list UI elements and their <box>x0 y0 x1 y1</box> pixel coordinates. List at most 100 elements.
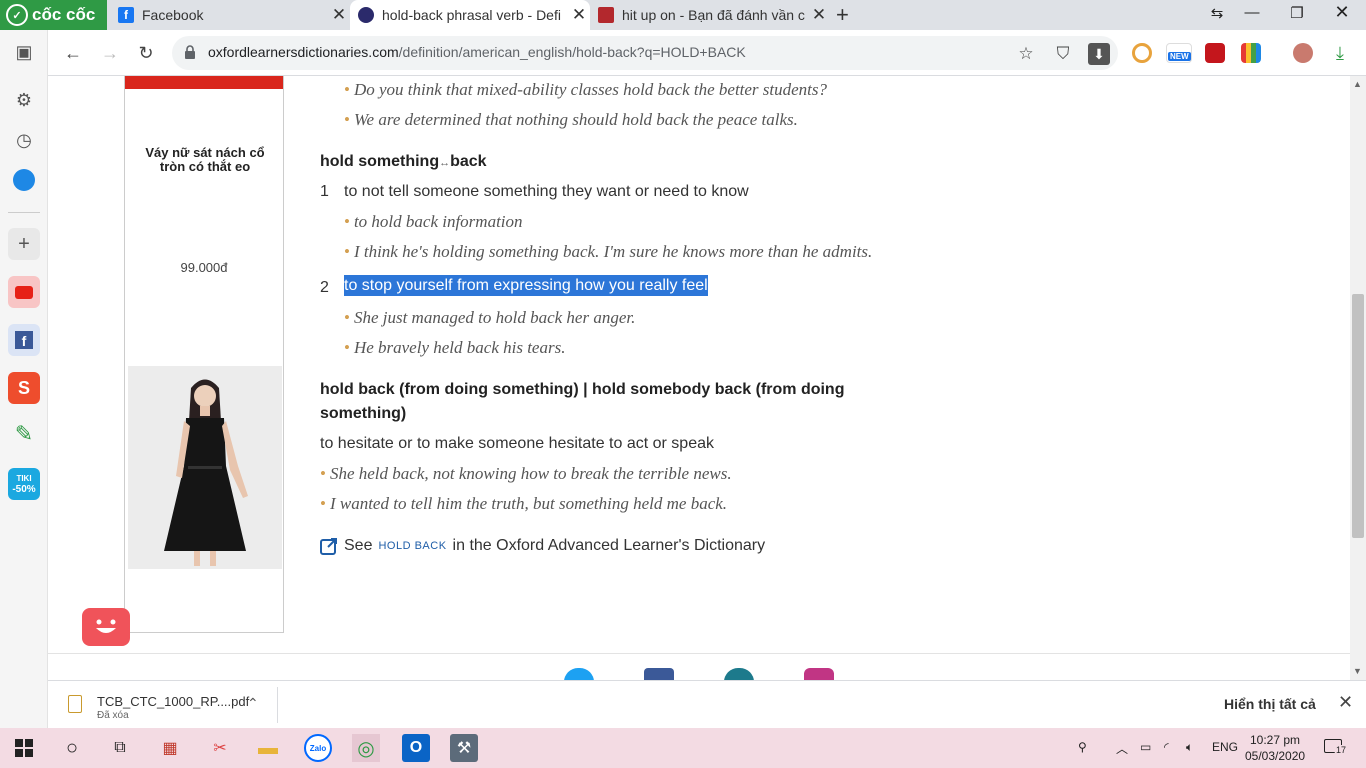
new-badge: NEW <box>1168 52 1191 61</box>
download-divider <box>277 687 278 723</box>
zalo-label: Zalo <box>309 743 327 753</box>
minimize-button[interactable]: — <box>1232 4 1272 21</box>
volume-icon[interactable]: 🔈︎ <box>1186 740 1193 755</box>
file-explorer-icon[interactable]: ▬ <box>254 734 282 762</box>
brand-name: cốc cốc <box>32 5 96 24</box>
scroll-up-arrow[interactable]: ▲ <box>1353 79 1362 89</box>
wifi-icon[interactable]: ◜ <box>1164 740 1169 754</box>
example-sentence: • I think he's holding something back. I'… <box>344 242 873 261</box>
coccoc-logo-icon: ✓ <box>6 4 28 26</box>
cambridge-icon <box>598 7 614 23</box>
zalo-icon[interactable]: Zalo <box>304 734 332 762</box>
sense-definition: to stop yourself from expressing how you… <box>344 275 708 296</box>
ad-product-image[interactable] <box>128 366 282 569</box>
twitter-icon[interactable] <box>564 668 594 680</box>
coccoc-taskbar-icon[interactable]: ◎ <box>352 734 380 762</box>
reload-button[interactable]: ↻ <box>133 40 159 66</box>
new-tab-button[interactable]: + <box>836 2 849 28</box>
lock-icon <box>185 45 195 59</box>
footer-divider <box>48 653 1350 654</box>
show-hidden-icons-chevron[interactable]: ︿ <box>1116 740 1128 757</box>
sidebar-divider <box>8 212 40 213</box>
outlook-icon[interactable]: O <box>402 734 430 762</box>
facebook-icon: f <box>118 7 134 23</box>
example-text: She held back, not knowing how to break … <box>329 464 732 483</box>
messenger-icon[interactable] <box>8 164 40 196</box>
coccoc-ext-icon[interactable] <box>1132 43 1152 63</box>
close-tab-icon[interactable]: ✕ <box>328 5 350 25</box>
phrasal-verb-heading: hold something↔back <box>320 153 487 171</box>
show-all-downloads-button[interactable]: Hiển thị tất cả <box>1224 696 1316 712</box>
back-button[interactable]: ← <box>60 40 86 66</box>
clock[interactable]: 10:27 pm 05/03/2020 <box>1245 732 1305 764</box>
example-sentence: • He bravely held back his tears. <box>344 338 566 357</box>
tab-oxford[interactable]: hold-back phrasal verb - Defi ✕ <box>350 0 590 30</box>
vertical-scrollbar[interactable]: ▲ ▼ <box>1350 76 1366 680</box>
example-sentence: • I wanted to tell him the truth, but som… <box>320 494 728 513</box>
add-sidebar-app-icon[interactable]: + <box>8 228 40 260</box>
scrollbar-thumb[interactable] <box>1352 294 1364 538</box>
chevron-up-icon[interactable]: ⌃ <box>247 695 259 712</box>
scroll-down-arrow[interactable]: ▼ <box>1353 666 1362 676</box>
selected-text[interactable]: to stop yourself from expressing how you… <box>344 275 708 296</box>
colorful-ext-icon[interactable] <box>1241 43 1261 63</box>
tab-facebook[interactable]: f Facebook ✕ <box>110 0 350 30</box>
blog-icon[interactable] <box>724 668 754 680</box>
instagram-icon[interactable] <box>804 668 834 680</box>
see-link-word[interactable]: HOLD BACK <box>378 540 446 552</box>
ad-title[interactable]: Váy nữ sát nách cổ tròn có thắt eo <box>135 146 275 174</box>
new-ext-icon[interactable]: NEW <box>1166 43 1192 63</box>
app-tool-icon[interactable]: ⚒ <box>450 734 478 762</box>
tab-hitupon[interactable]: hit up on - Bạn đã đánh vần c ✕ <box>590 0 830 30</box>
url-text: oxfordlearnersdictionaries.com/definitio… <box>208 44 746 60</box>
see-also-link[interactable]: See HOLD BACK in the Oxford Advanced Lea… <box>320 537 765 555</box>
forward-button[interactable]: → <box>97 40 123 66</box>
tiki-icon[interactable]: TIKI -50% <box>8 468 40 500</box>
left-sidebar: ▣ ⚙ ◷ + f S ✎ TIKI -50% <box>0 30 48 730</box>
shopee-icon[interactable]: S <box>8 372 40 404</box>
language-indicator[interactable]: ENG <box>1212 740 1238 754</box>
shield-icon[interactable]: ⛉ <box>1052 43 1074 65</box>
profile-avatar[interactable] <box>1293 43 1313 63</box>
windows-start-icon[interactable] <box>10 734 38 762</box>
close-tab-icon[interactable]: ✕ <box>568 5 590 25</box>
tab-search-icon[interactable]: ⇆ <box>1197 4 1237 22</box>
settings-icon[interactable]: ⚙ <box>8 84 40 116</box>
address-bar[interactable]: oxfordlearnersdictionaries.com/definitio… <box>172 36 1118 70</box>
browser-brand[interactable]: ✓ cốc cốc <box>0 0 107 30</box>
sidebar-toggle-icon[interactable]: ▣ <box>8 36 40 68</box>
example-sentence: • to hold back information <box>344 212 523 231</box>
example-text: She just managed to hold back her anger. <box>353 308 636 327</box>
close-download-bar-icon[interactable]: ✕ <box>1338 692 1353 713</box>
search-icon[interactable]: ○ <box>58 734 86 762</box>
maximize-button[interactable]: ❐ <box>1277 4 1317 22</box>
notification-center-icon[interactable]: 17 <box>1324 737 1349 757</box>
heading-part: back <box>450 153 487 170</box>
youtube-icon[interactable] <box>8 276 40 308</box>
task-view-icon[interactable]: ⧉ <box>106 734 134 762</box>
chat-widget-button[interactable] <box>82 608 130 646</box>
battery-icon[interactable]: ▭ <box>1140 740 1151 754</box>
download-file-name[interactable]: TCB_CTC_1000_RP....pdf <box>97 694 249 709</box>
example-text: I wanted to tell him the truth, but some… <box>329 494 728 513</box>
unikey-icon[interactable]: ▦ <box>156 734 184 762</box>
url-host: oxfordlearnersdictionaries.com <box>208 44 399 60</box>
coccoc-map-icon[interactable]: ✎ <box>8 418 40 450</box>
product-ad[interactable]: Váy nữ sát nách cổ tròn có thắt eo 99.00… <box>124 76 284 633</box>
bookmark-star-icon[interactable]: ☆ <box>1015 43 1037 65</box>
facebook-share-icon[interactable] <box>644 668 674 680</box>
people-icon[interactable]: ⚲ <box>1078 740 1087 754</box>
close-tab-icon[interactable]: ✕ <box>808 5 830 25</box>
smiley-icon <box>96 619 116 633</box>
url-path: /definition/american_english/hold-back?q… <box>398 44 746 60</box>
red-ext-icon[interactable] <box>1205 43 1225 63</box>
downloads-icon[interactable]: ⤓ <box>1330 43 1350 63</box>
close-window-button[interactable]: ✕ <box>1322 2 1362 23</box>
facebook-sidebar-icon[interactable]: f <box>8 324 40 356</box>
paint-app-icon[interactable]: ✂ <box>206 734 234 762</box>
history-icon[interactable]: ◷ <box>8 124 40 156</box>
separable-arrow-icon: ↔ <box>439 157 451 169</box>
tab-title: Facebook <box>142 7 204 23</box>
download-video-icon[interactable]: ⬇ <box>1088 43 1110 65</box>
dress-model-image <box>128 366 282 569</box>
